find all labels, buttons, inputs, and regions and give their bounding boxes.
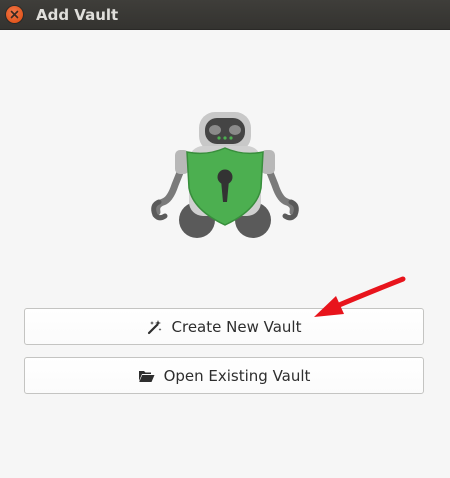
cryptomator-robot-logo [151,112,299,238]
close-button[interactable] [6,6,23,23]
close-icon [10,10,19,19]
folder-open-icon [138,369,155,383]
title-bar: Add Vault [0,0,450,30]
create-new-vault-button[interactable]: Create New Vault [24,308,424,345]
open-existing-vault-label: Open Existing Vault [163,366,311,385]
add-vault-window: Add Vault Create New Vault Open Existing… [0,0,450,478]
magic-wand-icon [147,319,163,335]
open-existing-vault-button[interactable]: Open Existing Vault [24,357,424,394]
window-title: Add Vault [36,6,119,24]
create-new-vault-label: Create New Vault [171,317,302,336]
